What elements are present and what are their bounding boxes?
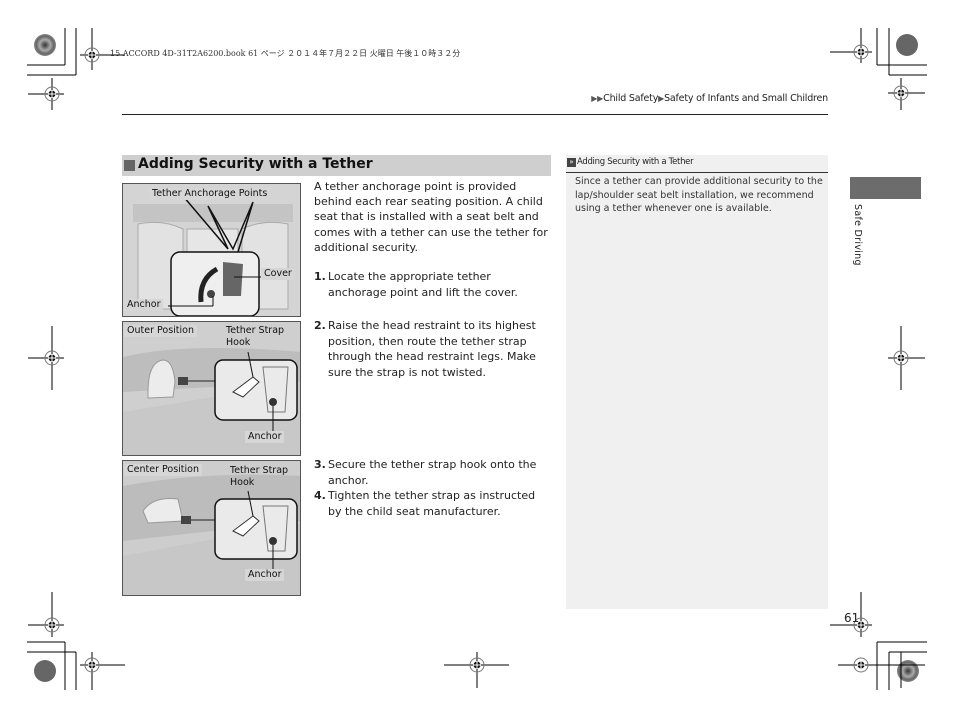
- step-text: Raise the head restraint to its highest …: [328, 319, 536, 379]
- figure-outer-position: Outer Position Tether Strap Hook Anchor: [122, 321, 301, 456]
- side-note-panel: » Adding Security with a Tether Since a …: [566, 155, 828, 609]
- section-heading: Adding Security with a Tether: [122, 155, 551, 176]
- label-cover: Cover: [261, 268, 295, 280]
- step-text: Locate the appropriate tether anchorage …: [328, 270, 518, 299]
- label-anchor: Anchor: [245, 431, 285, 443]
- color-rosette-icon: [34, 34, 56, 56]
- step-number: 2.: [314, 319, 326, 332]
- breadcrumb-item-safety-infants[interactable]: Safety of Infants and Small Children: [664, 93, 828, 104]
- step-number: 3.: [314, 458, 326, 471]
- step-1: 1. Locate the appropriate tether anchorag…: [314, 269, 552, 300]
- label-tether-strap-hook-line2: Hook: [230, 477, 255, 488]
- step-2: 2. Raise the head restraint to its highes…: [314, 318, 552, 380]
- breadcrumb: ▶▶Child Safety▶Safety of Infants and Sma…: [591, 93, 828, 104]
- chapter-tab-label: Safe Driving: [852, 204, 863, 266]
- step-text: Secure the tether strap hook onto the an…: [328, 458, 537, 487]
- breadcrumb-item-child-safety[interactable]: Child Safety: [603, 93, 658, 104]
- figure-tether-anchorage-points: Tether Anchorage Points Cover Anchor: [122, 183, 301, 317]
- side-note-title[interactable]: Adding Security with a Tether: [577, 157, 694, 167]
- section-title: Adding Security with a Tether: [138, 156, 373, 172]
- step-number: 4.: [314, 489, 326, 502]
- step-3: 3. Secure the tether strap hook onto the …: [314, 457, 552, 488]
- chapter-tab[interactable]: [850, 177, 921, 199]
- reference-arrow-icon: »: [567, 158, 576, 167]
- header-rule: [122, 114, 828, 115]
- label-tether-strap-hook-line1: Tether Strap: [230, 465, 289, 476]
- page-number: 61: [844, 611, 860, 625]
- step-text: Tighten the tether strap as instructed b…: [328, 489, 536, 518]
- label-tether-strap-hook-line2: Hook: [226, 337, 251, 348]
- label-center-position: Center Position: [124, 464, 202, 476]
- side-note-text: Since a tether can provide additional se…: [575, 176, 823, 215]
- label-anchor: Anchor: [124, 299, 164, 311]
- label-tether-anchorage-points: Tether Anchorage Points: [149, 188, 271, 200]
- label-outer-position: Outer Position: [124, 325, 197, 337]
- print-job-header: 15 ACCORD 4D-31T2A6200.book 61 ページ ２０１４年…: [110, 49, 461, 58]
- section-square-icon: [124, 160, 135, 171]
- step-4: 4. Tighten the tether strap as instructed…: [314, 488, 552, 519]
- label-tether-strap-hook-line1: Tether Strap: [226, 325, 285, 336]
- label-anchor: Anchor: [245, 569, 285, 581]
- rear-seat-illustration: [123, 184, 300, 316]
- step-number: 1.: [314, 270, 326, 283]
- figure-center-position: Center Position Tether Strap Hook Anchor: [122, 460, 301, 596]
- side-note-header: » Adding Security with a Tether: [566, 155, 828, 173]
- intro-paragraph: A tether anchorage point is provided beh…: [314, 180, 548, 254]
- breadcrumb-arrows-icon: ▶▶: [591, 94, 604, 103]
